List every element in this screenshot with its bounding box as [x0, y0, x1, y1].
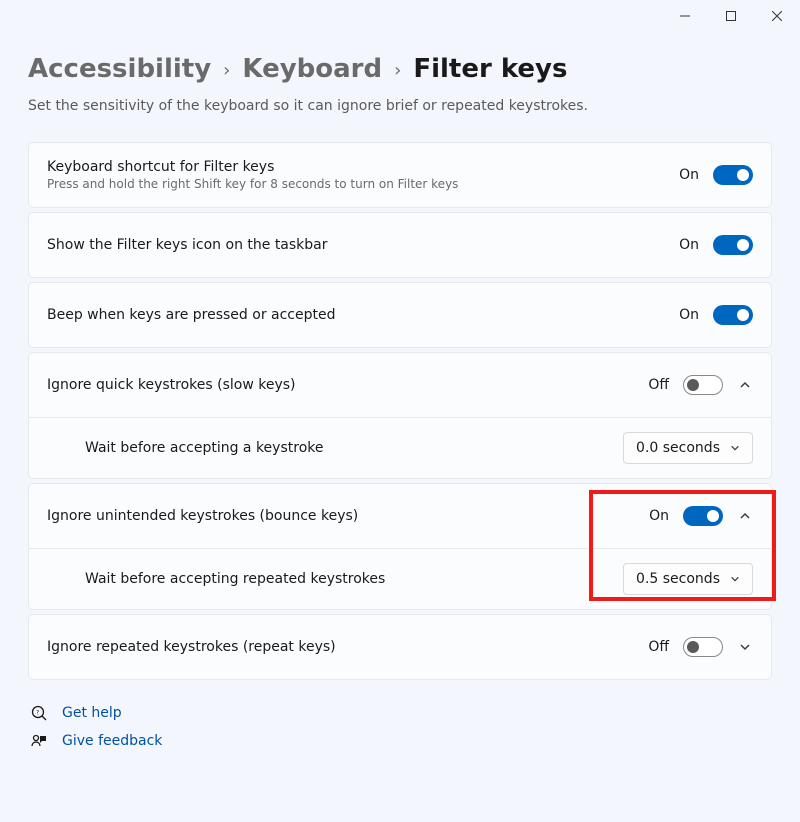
toggle-state-label: On: [649, 508, 669, 524]
toggle-state-label: Off: [648, 639, 669, 655]
toggle-beep[interactable]: [713, 305, 753, 325]
breadcrumb-current: Filter keys: [413, 54, 567, 84]
chevron-up-icon[interactable]: [737, 508, 753, 524]
dropdown-value: 0.0 seconds: [636, 440, 720, 456]
window-controls: [662, 0, 800, 32]
row-beep: Beep when keys are pressed or accepted O…: [29, 283, 771, 347]
chevron-right-icon: ›: [223, 60, 230, 81]
row-keyboard-shortcut: Keyboard shortcut for Filter keys Press …: [29, 143, 771, 207]
maximize-button[interactable]: [708, 0, 754, 32]
toggle-state-label: On: [679, 307, 699, 323]
row-title: Ignore unintended keystrokes (bounce key…: [47, 508, 649, 524]
minimize-button[interactable]: [662, 0, 708, 32]
row-repeat-keys[interactable]: Ignore repeated keystrokes (repeat keys)…: [29, 615, 771, 679]
link-give-feedback[interactable]: Give feedback: [30, 732, 772, 750]
row-bounce-keys-wait: Wait before accepting repeated keystroke…: [29, 548, 771, 609]
row-title: Keyboard shortcut for Filter keys: [47, 159, 679, 175]
toggle-repeat-keys[interactable]: [683, 637, 723, 657]
breadcrumb: Accessibility › Keyboard › Filter keys: [28, 54, 772, 84]
row-taskbar-icon: Show the Filter keys icon on the taskbar…: [29, 213, 771, 277]
close-button[interactable]: [754, 0, 800, 32]
sub-row-label: Wait before accepting repeated keystroke…: [85, 571, 623, 587]
row-title: Ignore quick keystrokes (slow keys): [47, 377, 648, 393]
help-icon: ?: [30, 704, 48, 722]
row-title: Beep when keys are pressed or accepted: [47, 307, 679, 323]
link-label: Get help: [62, 705, 122, 721]
chevron-right-icon: ›: [394, 60, 401, 81]
row-bounce-keys[interactable]: Ignore unintended keystrokes (bounce key…: [29, 484, 771, 548]
toggle-state-label: On: [679, 237, 699, 253]
row-title: Show the Filter keys icon on the taskbar: [47, 237, 679, 253]
row-description: Press and hold the right Shift key for 8…: [47, 177, 679, 191]
dropdown-bounce-keys-wait[interactable]: 0.5 seconds: [623, 563, 753, 595]
toggle-slow-keys[interactable]: [683, 375, 723, 395]
row-slow-keys[interactable]: Ignore quick keystrokes (slow keys) Off: [29, 353, 771, 417]
chevron-up-icon[interactable]: [737, 377, 753, 393]
toggle-taskbar-icon[interactable]: [713, 235, 753, 255]
dropdown-value: 0.5 seconds: [636, 571, 720, 587]
svg-text:?: ?: [36, 710, 39, 717]
toggle-state-label: On: [679, 167, 699, 183]
dropdown-slow-keys-wait[interactable]: 0.0 seconds: [623, 432, 753, 464]
sub-row-label: Wait before accepting a keystroke: [85, 440, 623, 456]
toggle-bounce-keys[interactable]: [683, 506, 723, 526]
toggle-state-label: Off: [648, 377, 669, 393]
row-slow-keys-wait: Wait before accepting a keystroke 0.0 se…: [29, 417, 771, 478]
link-get-help[interactable]: ? Get help: [30, 704, 772, 722]
row-title: Ignore repeated keystrokes (repeat keys): [47, 639, 648, 655]
toggle-keyboard-shortcut[interactable]: [713, 165, 753, 185]
link-label: Give feedback: [62, 733, 162, 749]
breadcrumb-item-accessibility[interactable]: Accessibility: [28, 54, 211, 84]
page-subtitle: Set the sensitivity of the keyboard so i…: [28, 98, 772, 114]
breadcrumb-item-keyboard[interactable]: Keyboard: [242, 54, 382, 84]
chevron-down-icon[interactable]: [737, 639, 753, 655]
feedback-icon: [30, 732, 48, 750]
